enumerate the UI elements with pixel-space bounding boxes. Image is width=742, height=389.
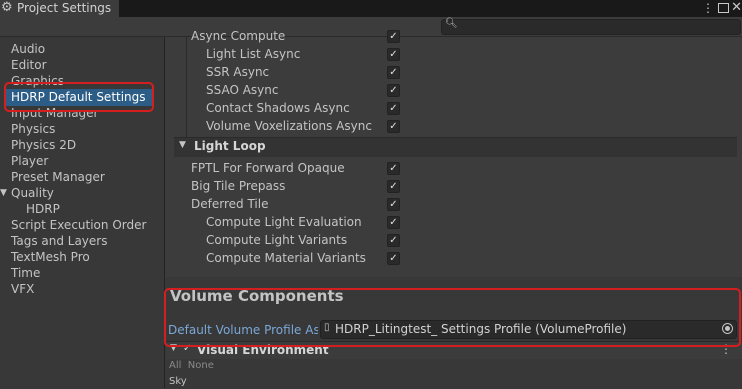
setting-label: Light List Async bbox=[206, 47, 301, 61]
maximize-icon[interactable] bbox=[718, 3, 729, 13]
project-settings-tab[interactable]: ⚙ Project Settings bbox=[0, 0, 119, 17]
setting-label: Big Tile Prepass bbox=[191, 179, 286, 193]
light-list-async-checkbox[interactable]: ✓ bbox=[387, 48, 400, 61]
setting-label: Contact Shadows Async bbox=[206, 101, 350, 115]
compute-light-evaluation-checkbox[interactable]: ✓ bbox=[387, 216, 400, 229]
sidebar-item-physics-2d[interactable]: Physics 2D bbox=[11, 137, 76, 153]
sidebar-item-player[interactable]: Player bbox=[11, 153, 48, 169]
ssr-async-checkbox[interactable]: ✓ bbox=[387, 66, 400, 79]
fptl-forward-opaque-checkbox[interactable]: ✓ bbox=[387, 162, 400, 175]
sidebar-item-tags-and-layers[interactable]: Tags and Layers bbox=[11, 233, 107, 249]
expand-arrow-icon[interactable]: ▼ bbox=[0, 185, 7, 201]
setting-label: Compute Light Evaluation bbox=[206, 215, 362, 229]
none-link[interactable]: None bbox=[188, 360, 214, 371]
light-loop-title: Light Loop bbox=[194, 139, 266, 153]
ssao-async-checkbox[interactable]: ✓ bbox=[387, 84, 400, 97]
sidebar-item-script-execution-order[interactable]: Script Execution Order bbox=[11, 217, 146, 233]
search-icon: 🔍︎ bbox=[445, 18, 458, 29]
sidebar-item-hdrp[interactable]: HDRP bbox=[26, 201, 60, 217]
compute-material-variants-checkbox[interactable]: ✓ bbox=[387, 252, 400, 265]
sidebar-item-vfx[interactable]: VFX bbox=[11, 281, 34, 297]
volume-voxelizations-async-checkbox[interactable]: ✓ bbox=[387, 120, 400, 133]
light-loop-foldout[interactable]: ▼ Light Loop bbox=[174, 137, 737, 157]
highlight-annotation bbox=[4, 82, 154, 112]
close-icon[interactable]: ✕ bbox=[731, 0, 742, 16]
compute-light-variants-checkbox[interactable]: ✓ bbox=[387, 234, 400, 247]
setting-label: Compute Material Variants bbox=[206, 251, 366, 265]
foldout-arrow-icon: ▼ bbox=[179, 140, 186, 150]
async-compute-header[interactable]: Async Compute bbox=[191, 28, 285, 44]
sidebar-item-physics[interactable]: Physics bbox=[11, 121, 55, 137]
search-input[interactable]: 🔍︎ bbox=[441, 18, 741, 35]
contact-shadows-async-checkbox[interactable]: ✓ bbox=[387, 102, 400, 115]
highlight-annotation bbox=[164, 288, 741, 347]
section-indent-line bbox=[186, 37, 187, 137]
sidebar-item-preset-manager[interactable]: Preset Manager bbox=[11, 169, 105, 185]
sidebar-item-quality[interactable]: Quality bbox=[11, 185, 54, 201]
sidebar-item-editor[interactable]: Editor bbox=[11, 57, 47, 73]
setting-label: Compute Light Variants bbox=[206, 233, 348, 247]
all-none-toggle[interactable]: All None bbox=[169, 359, 214, 373]
tab-title: Project Settings bbox=[17, 1, 112, 15]
setting-label: Volume Voxelizations Async bbox=[206, 119, 372, 133]
kebab-menu-icon[interactable]: ⋮ bbox=[702, 0, 714, 16]
all-link[interactable]: All bbox=[169, 360, 181, 371]
deferred-tile-checkbox[interactable]: ✓ bbox=[387, 198, 400, 211]
async-compute-checkbox[interactable]: ✓ bbox=[387, 30, 400, 43]
sidebar-item-textmesh-pro[interactable]: TextMesh Pro bbox=[11, 249, 90, 265]
big-tile-prepass-checkbox[interactable]: ✓ bbox=[387, 180, 400, 193]
setting-label: SSAO Async bbox=[206, 83, 279, 97]
setting-label: FPTL For Forward Opaque bbox=[191, 161, 345, 175]
sky-label: Sky bbox=[169, 376, 187, 387]
setting-label: SSR Async bbox=[206, 65, 270, 79]
sidebar-item-time[interactable]: Time bbox=[11, 265, 40, 281]
sidebar-item-audio[interactable]: Audio bbox=[11, 41, 45, 57]
gear-icon: ⚙ bbox=[1, 0, 13, 15]
setting-label: Deferred Tile bbox=[191, 197, 269, 211]
